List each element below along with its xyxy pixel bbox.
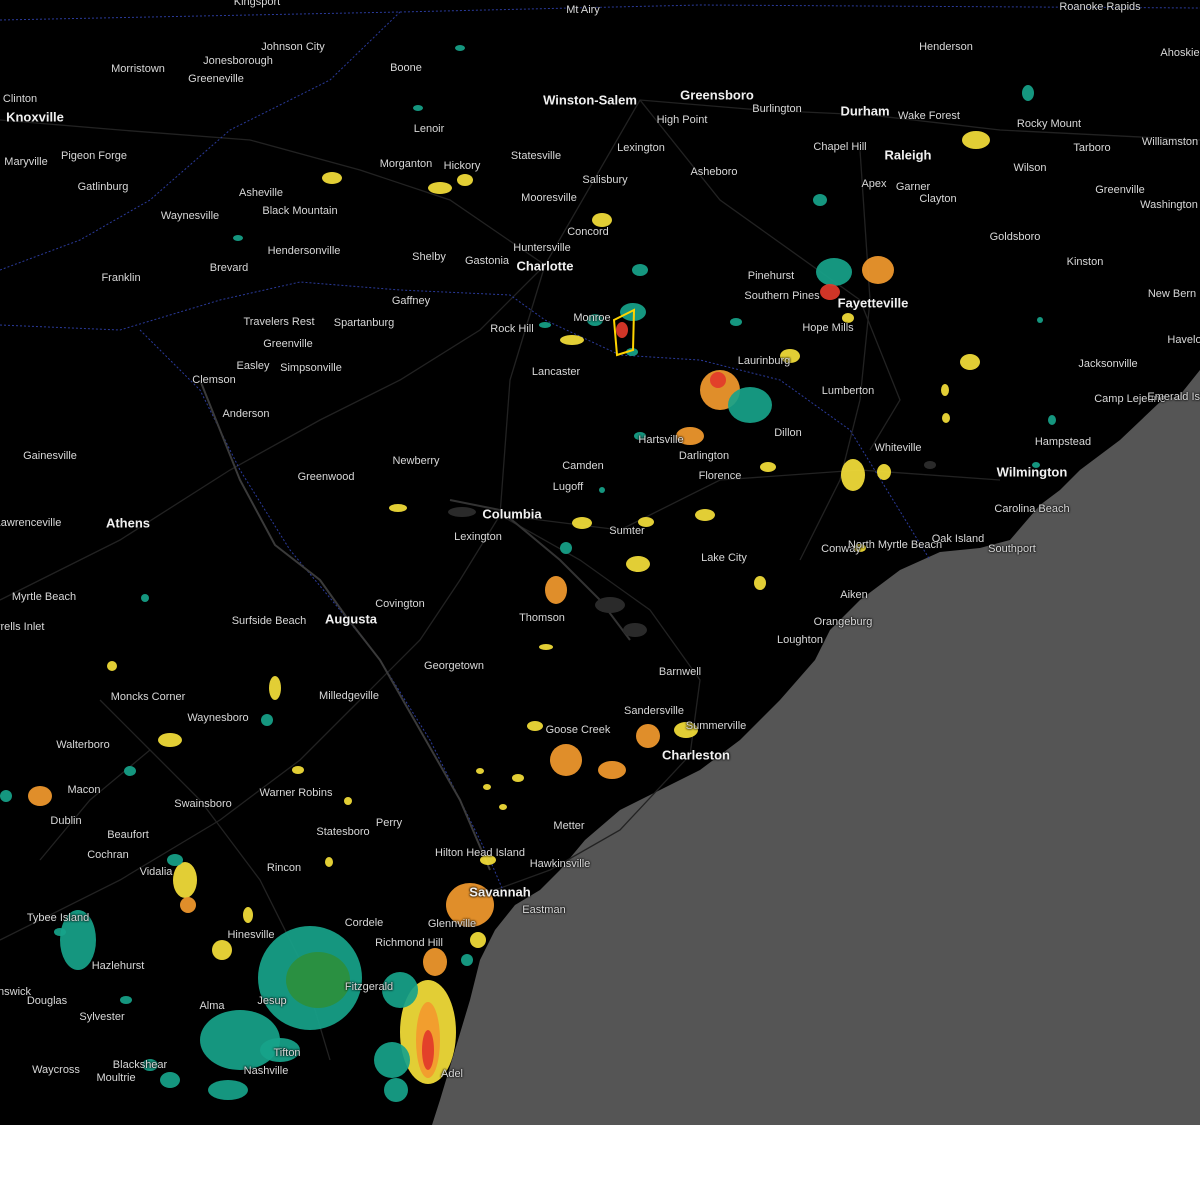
radar-echo xyxy=(754,576,766,590)
radar-echo xyxy=(634,432,646,440)
radar-echo xyxy=(813,194,827,206)
radar-echo xyxy=(572,517,592,529)
radar-echo xyxy=(512,774,524,782)
radar-echo xyxy=(816,258,852,286)
radar-echo xyxy=(384,1078,408,1102)
radar-echo xyxy=(710,372,726,388)
radar-echo xyxy=(382,972,418,1008)
radar-echo xyxy=(960,354,980,370)
radar-echo xyxy=(446,883,494,927)
radar-echo xyxy=(483,784,491,790)
radar-echo xyxy=(862,256,894,284)
radar-echo xyxy=(28,786,52,806)
radar-echo xyxy=(676,427,704,445)
radar-echo xyxy=(560,335,584,345)
radar-echo xyxy=(599,487,605,493)
radar-echo xyxy=(0,790,12,802)
radar-echo xyxy=(638,517,654,527)
radar-echo xyxy=(167,854,183,866)
radar-echo xyxy=(260,1038,300,1062)
radar-echo xyxy=(428,182,452,194)
radar-echo xyxy=(616,322,628,338)
radar-echo xyxy=(60,910,96,970)
radar-echo xyxy=(325,857,333,867)
radar-echo xyxy=(1032,462,1040,468)
radar-echo xyxy=(942,413,950,423)
radar-echo xyxy=(142,1059,158,1071)
radar-echo xyxy=(1037,317,1043,323)
radar-echo xyxy=(962,131,990,149)
radar-map[interactable]: Knoxville Winston-Salem Greensboro Durham Ra… xyxy=(0,0,1200,1125)
radar-echo xyxy=(120,996,132,1004)
radar-echo xyxy=(455,45,465,51)
radar-echo xyxy=(461,954,473,966)
radar-echo xyxy=(626,556,650,572)
radar-echo xyxy=(695,509,715,521)
radar-echo xyxy=(1022,85,1034,101)
radar-echo xyxy=(539,322,551,328)
radar-echo xyxy=(545,576,567,604)
radar-echo xyxy=(374,1042,410,1078)
radar-echo xyxy=(550,744,582,776)
radar-echo xyxy=(423,948,447,976)
radar-echo xyxy=(107,661,117,671)
radar-echo xyxy=(457,174,473,186)
radar-echo xyxy=(124,766,136,776)
radar-echo xyxy=(208,1080,248,1100)
radar-echo xyxy=(674,722,698,738)
radar-echo xyxy=(592,213,612,227)
radar-echo xyxy=(413,105,423,111)
radar-echo xyxy=(212,940,232,960)
footer-bar xyxy=(0,1125,1200,1200)
radar-echo xyxy=(560,542,572,554)
radar-echo xyxy=(200,1010,280,1070)
radar-echo xyxy=(160,1072,180,1088)
radar-echo xyxy=(54,928,66,936)
radar-echo xyxy=(877,464,891,480)
radar-echo xyxy=(233,235,243,241)
radar-echo xyxy=(632,264,648,276)
radar-echo xyxy=(841,459,865,491)
radar-echo xyxy=(539,644,553,650)
radar-echo xyxy=(422,1030,434,1070)
map-canvas xyxy=(0,0,1200,1125)
radar-echo xyxy=(499,804,507,810)
radar-echo xyxy=(173,862,197,898)
radar-echo xyxy=(842,313,854,323)
radar-echo xyxy=(389,504,407,512)
radar-echo xyxy=(322,172,342,184)
radar-echo xyxy=(728,387,772,423)
radar-echo xyxy=(527,721,543,731)
radar-echo xyxy=(941,384,949,396)
radar-echo xyxy=(292,766,304,774)
radar-echo xyxy=(269,676,281,700)
radar-echo xyxy=(158,733,182,747)
radar-echo xyxy=(180,897,196,913)
radar-echo xyxy=(470,932,486,948)
radar-echo xyxy=(760,462,776,472)
radar-echo xyxy=(780,349,800,363)
radar-echo xyxy=(598,761,626,779)
radar-echo xyxy=(730,318,742,326)
radar-echo xyxy=(261,714,273,726)
radar-echo xyxy=(344,797,352,805)
radar-echo xyxy=(286,952,350,1008)
radar-echo xyxy=(1048,415,1056,425)
radar-echo xyxy=(476,768,484,774)
radar-echo xyxy=(636,724,660,748)
radar-echo xyxy=(587,314,603,326)
radar-echo xyxy=(243,907,253,923)
radar-echo xyxy=(820,284,840,300)
radar-echo xyxy=(854,544,866,552)
radar-echo xyxy=(141,594,149,602)
radar-echo xyxy=(480,855,496,865)
